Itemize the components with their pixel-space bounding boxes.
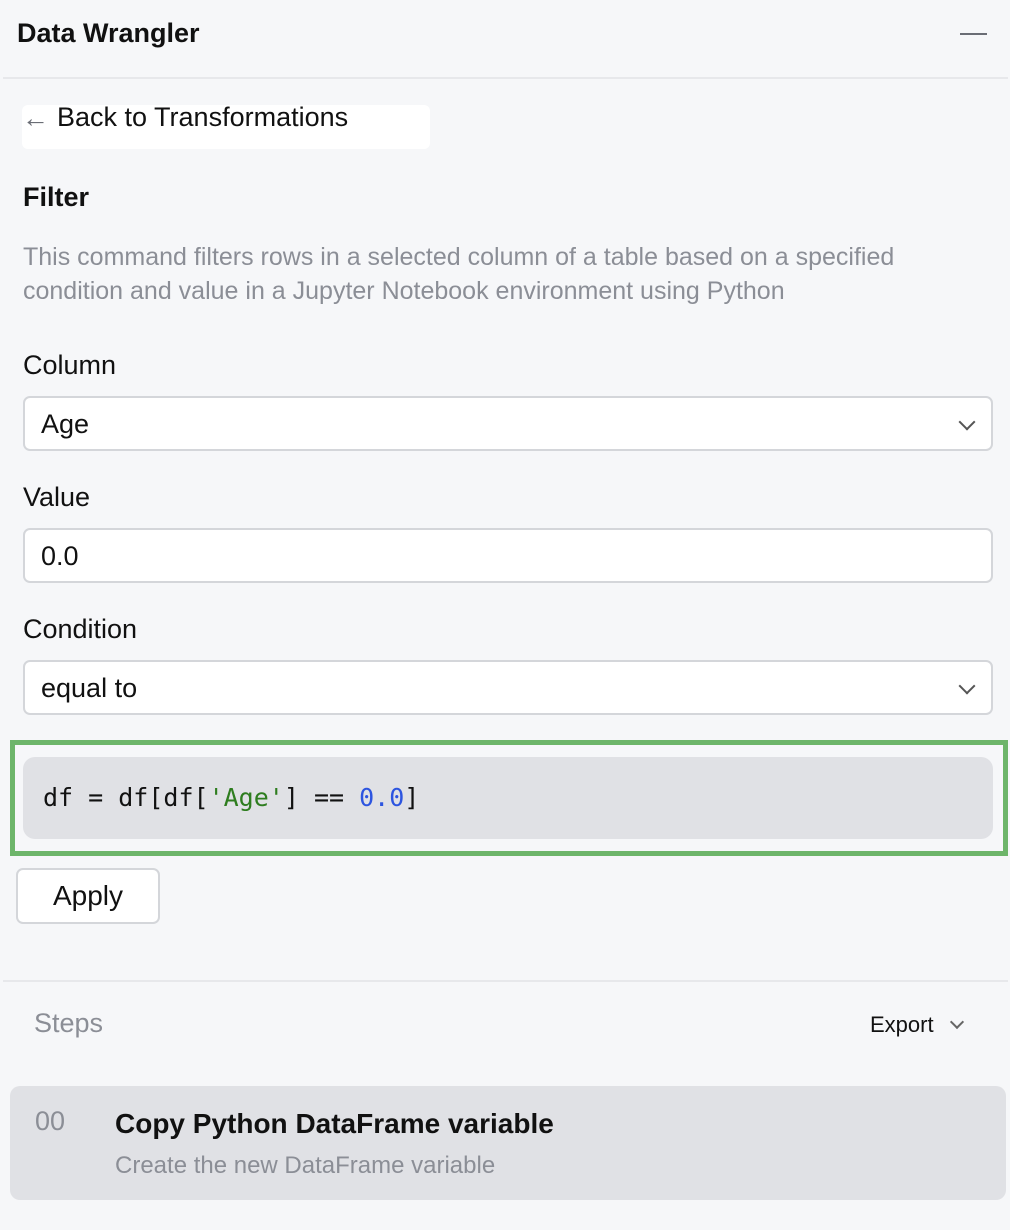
code-string: 'Age' (209, 783, 284, 812)
arrow-left-icon: ← (22, 103, 49, 134)
step-subtitle: Create the new DataFrame variable (115, 1152, 495, 1180)
value-input[interactable]: 0.0 (23, 528, 993, 583)
step-index: 00 (35, 1106, 65, 1137)
chevron-down-icon (950, 1015, 964, 1029)
chevron-down-icon (959, 414, 976, 431)
condition-select[interactable]: equal to (23, 660, 993, 715)
divider (3, 980, 1008, 982)
condition-label: Condition (23, 614, 137, 645)
steps-title: Steps (34, 1008, 103, 1039)
back-to-transformations-button[interactable]: ← Back to Transformations (22, 105, 430, 149)
divider (3, 77, 1008, 79)
column-value: Age (41, 409, 89, 439)
value-text: 0.0 (41, 541, 79, 571)
code-preview: df = df[df['Age'] == 0.0] (23, 757, 993, 839)
step-item[interactable]: 00 Copy Python DataFrame variable Create… (10, 1086, 1006, 1200)
code-part: ] (404, 783, 419, 812)
chevron-down-icon (959, 678, 976, 695)
back-label: Back to Transformations (57, 102, 348, 133)
value-label: Value (23, 482, 90, 513)
code-number: 0.0 (359, 783, 404, 812)
condition-value: equal to (41, 673, 137, 703)
code-part: ] == (284, 783, 359, 812)
minus-icon[interactable] (960, 33, 987, 35)
export-button[interactable]: Export (870, 1012, 962, 1038)
step-title: Copy Python DataFrame variable (115, 1108, 554, 1140)
apply-button[interactable]: Apply (16, 868, 160, 924)
transform-title: Filter (23, 182, 89, 213)
column-select[interactable]: Age (23, 396, 993, 451)
panel-title: Data Wrangler (17, 18, 200, 49)
code-part: df = df[df[ (43, 783, 209, 812)
column-label: Column (23, 350, 116, 381)
transform-description: This command filters rows in a selected … (23, 240, 998, 308)
export-label: Export (870, 1012, 934, 1038)
